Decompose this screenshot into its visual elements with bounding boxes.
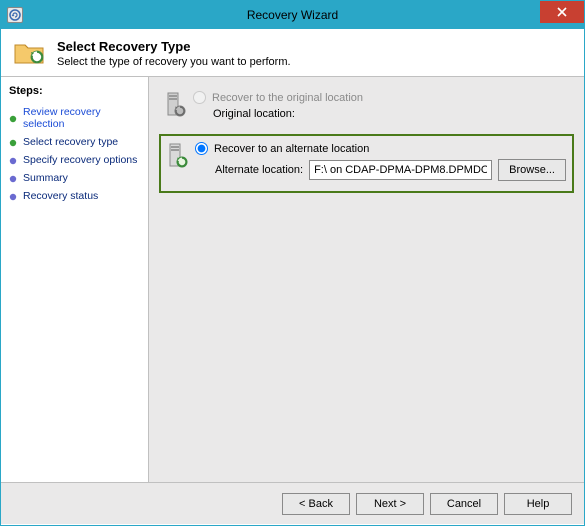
option-alternate: Recover to an alternate location Alterna…: [159, 134, 574, 193]
step-label: Specify recovery options: [23, 154, 137, 166]
radio-alternate-input[interactable]: [195, 142, 208, 155]
server-original-icon: [165, 91, 187, 124]
step-pending-icon: [9, 174, 17, 182]
wizard-footer: < Back Next > Cancel Help: [1, 482, 584, 524]
browse-button[interactable]: Browse...: [498, 159, 566, 181]
radio-alternate-label: Recover to an alternate location: [214, 143, 369, 155]
step-done-icon: [9, 138, 17, 146]
steps-pane: Steps: Review recovery selection Select r…: [1, 77, 149, 482]
option-original: Recover to the original location Origina…: [159, 87, 574, 128]
radio-original-input: [193, 91, 206, 104]
step-pending-icon: [9, 192, 17, 200]
radio-alternate-location[interactable]: Recover to an alternate location: [195, 142, 566, 155]
page-subtitle: Select the type of recovery you want to …: [57, 56, 291, 68]
steps-title: Steps:: [9, 85, 144, 97]
radio-original-label: Recover to the original location: [212, 92, 363, 104]
step-label: Recovery status: [23, 190, 98, 202]
cancel-button[interactable]: Cancel: [430, 493, 498, 515]
step-done-icon: [9, 114, 17, 122]
next-button[interactable]: Next >: [356, 493, 424, 515]
alternate-location-input[interactable]: [309, 160, 492, 180]
help-button[interactable]: Help: [504, 493, 572, 515]
step-item[interactable]: Summary: [9, 169, 144, 187]
folder-recovery-icon: [13, 39, 47, 67]
content-pane: Recover to the original location Origina…: [149, 77, 584, 482]
step-item[interactable]: Select recovery type: [9, 133, 144, 151]
alternate-location-label: Alternate location:: [215, 164, 303, 176]
titlebar: Recovery Wizard: [1, 1, 584, 29]
back-button[interactable]: < Back: [282, 493, 350, 515]
radio-original-location: Recover to the original location: [193, 91, 568, 104]
step-pending-icon: [9, 156, 17, 164]
close-button[interactable]: [540, 1, 584, 23]
step-item[interactable]: Specify recovery options: [9, 151, 144, 169]
window-title: Recovery Wizard: [1, 8, 584, 22]
original-location-label: Original location:: [213, 108, 295, 120]
close-icon: [557, 7, 567, 17]
page-title: Select Recovery Type: [57, 39, 291, 54]
step-label: Review recovery selection: [23, 106, 144, 130]
wizard-header: Select Recovery Type Select the type of …: [1, 29, 584, 76]
step-label: Select recovery type: [23, 136, 118, 148]
step-item[interactable]: Recovery status: [9, 187, 144, 205]
step-item[interactable]: Review recovery selection: [9, 103, 144, 133]
server-alternate-icon: [167, 142, 189, 179]
step-label: Summary: [23, 172, 68, 184]
